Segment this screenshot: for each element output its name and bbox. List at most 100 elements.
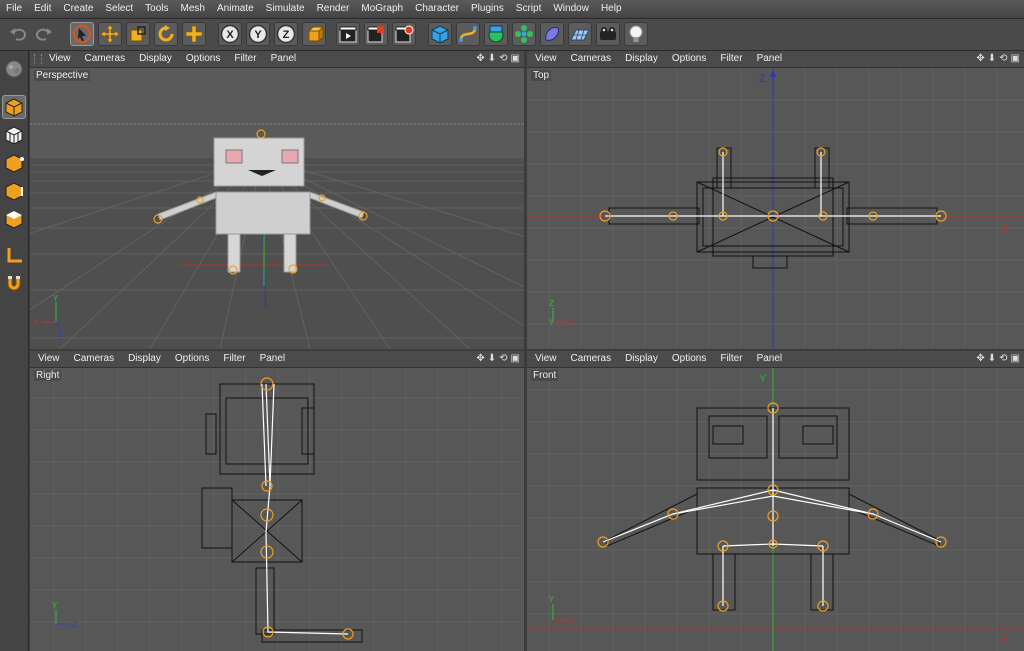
array-button[interactable] xyxy=(512,22,536,46)
rotate-icon xyxy=(158,25,174,42)
menu-view[interactable]: View xyxy=(527,51,564,67)
model-mode-button[interactable] xyxy=(2,95,26,119)
redo-button[interactable] xyxy=(32,22,56,46)
menu-panel[interactable]: Panel xyxy=(264,51,304,67)
texture-mode-button[interactable] xyxy=(2,123,26,147)
live-selection-button[interactable] xyxy=(70,22,94,46)
top-canvas[interactable]: Z X Z Y X xyxy=(527,68,1024,349)
menu-filter[interactable]: Filter xyxy=(713,51,749,67)
add-object-button[interactable] xyxy=(182,22,206,46)
front-canvas[interactable]: Y X Y X xyxy=(527,368,1024,651)
menu-view[interactable]: View xyxy=(42,51,78,67)
svg-text:X: X xyxy=(33,318,39,327)
spline-button[interactable] xyxy=(456,22,480,46)
perspective-canvas[interactable]: Y X Z xyxy=(30,68,524,349)
deformer-button[interactable] xyxy=(540,22,564,46)
viewport-top[interactable]: View Cameras Display Options Filter Pane… xyxy=(527,51,1024,349)
maximize-icon[interactable]: ▣ xyxy=(1011,353,1020,365)
rotate-view-icon[interactable]: ⟲ xyxy=(999,353,1007,365)
menu-display[interactable]: Display xyxy=(618,351,665,367)
menu-panel[interactable]: Panel xyxy=(750,351,790,367)
y-axis-lock-button[interactable]: Y xyxy=(246,22,270,46)
viewport-front[interactable]: View Cameras Display Options Filter Pane… xyxy=(527,351,1024,651)
nurbs-button[interactable] xyxy=(484,22,508,46)
render-picture-viewer-button[interactable] xyxy=(364,22,388,46)
z-axis-lock-button[interactable]: Z xyxy=(274,22,298,46)
edge-mode-icon xyxy=(5,182,23,201)
menu-mograph[interactable]: MoGraph xyxy=(355,0,409,18)
sculpt-button[interactable] xyxy=(2,57,26,81)
coordinate-system-button[interactable] xyxy=(302,22,326,46)
menu-help[interactable]: Help xyxy=(595,0,628,18)
pan-icon[interactable]: ✥ xyxy=(976,353,984,365)
panel-grip[interactable] xyxy=(34,54,42,64)
edge-mode-button[interactable] xyxy=(2,179,26,203)
maximize-icon[interactable]: ▣ xyxy=(1011,53,1020,65)
scale-button[interactable] xyxy=(126,22,150,46)
menu-options[interactable]: Options xyxy=(665,51,713,67)
menu-panel[interactable]: Panel xyxy=(253,351,293,367)
menu-options[interactable]: Options xyxy=(179,51,227,67)
zoom-icon[interactable]: ⬇ xyxy=(988,53,996,65)
zoom-icon[interactable]: ⬇ xyxy=(988,353,996,365)
menu-display[interactable]: Display xyxy=(121,351,168,367)
pan-icon[interactable]: ✥ xyxy=(976,53,984,65)
menu-mesh[interactable]: Mesh xyxy=(175,0,211,18)
camera-icon xyxy=(600,27,616,40)
menu-filter[interactable]: Filter xyxy=(216,351,252,367)
rotate-view-icon[interactable]: ⟲ xyxy=(999,53,1007,65)
point-mode-button[interactable] xyxy=(2,151,26,175)
menu-filter[interactable]: Filter xyxy=(713,351,749,367)
menu-file[interactable]: File xyxy=(0,0,28,18)
right-canvas[interactable]: Y Z xyxy=(30,368,524,651)
rotate-view-icon[interactable]: ⟲ xyxy=(499,353,507,365)
menu-panel[interactable]: Panel xyxy=(750,51,790,67)
render-settings-button[interactable] xyxy=(392,22,416,46)
menu-simulate[interactable]: Simulate xyxy=(260,0,311,18)
menu-tools[interactable]: Tools xyxy=(139,0,174,18)
polygon-mode-button[interactable] xyxy=(2,207,26,231)
zoom-icon[interactable]: ⬇ xyxy=(488,53,496,65)
magnet-button[interactable] xyxy=(2,271,26,295)
menu-window[interactable]: Window xyxy=(547,0,595,18)
viewport-menu: View Cameras Display Options Filter Pane… xyxy=(527,51,1024,68)
menu-cameras[interactable]: Cameras xyxy=(564,51,619,67)
pan-icon[interactable]: ✥ xyxy=(476,353,484,365)
axis-mode-button[interactable] xyxy=(2,243,26,267)
undo-button[interactable] xyxy=(6,22,30,46)
move-button[interactable] xyxy=(98,22,122,46)
rotate-button[interactable] xyxy=(154,22,178,46)
render-view-button[interactable] xyxy=(336,22,360,46)
menu-cameras[interactable]: Cameras xyxy=(564,351,619,367)
menu-plugins[interactable]: Plugins xyxy=(465,0,510,18)
sculpt-icon xyxy=(5,60,23,78)
menu-cameras[interactable]: Cameras xyxy=(78,51,133,67)
camera-button[interactable] xyxy=(596,22,620,46)
menu-edit[interactable]: Edit xyxy=(28,0,57,18)
menu-cameras[interactable]: Cameras xyxy=(67,351,122,367)
floor-button[interactable] xyxy=(568,22,592,46)
menu-view[interactable]: View xyxy=(30,351,67,367)
menu-display[interactable]: Display xyxy=(618,51,665,67)
menu-create[interactable]: Create xyxy=(57,0,99,18)
menu-view[interactable]: View xyxy=(527,351,564,367)
menu-select[interactable]: Select xyxy=(99,0,139,18)
cube-primitive-button[interactable] xyxy=(428,22,452,46)
menu-animate[interactable]: Animate xyxy=(211,0,260,18)
menu-character[interactable]: Character xyxy=(409,0,465,18)
menu-options[interactable]: Options xyxy=(665,351,713,367)
maximize-icon[interactable]: ▣ xyxy=(511,53,520,65)
viewport-perspective[interactable]: View Cameras Display Options Filter Pane… xyxy=(30,51,524,349)
menu-display[interactable]: Display xyxy=(132,51,179,67)
menu-render[interactable]: Render xyxy=(311,0,356,18)
zoom-icon[interactable]: ⬇ xyxy=(488,353,496,365)
menu-script[interactable]: Script xyxy=(510,0,548,18)
rotate-view-icon[interactable]: ⟲ xyxy=(499,53,507,65)
light-button[interactable] xyxy=(624,22,648,46)
pan-icon[interactable]: ✥ xyxy=(476,53,484,65)
maximize-icon[interactable]: ▣ xyxy=(511,353,520,365)
viewport-right[interactable]: View Cameras Display Options Filter Pane… xyxy=(30,351,524,651)
menu-options[interactable]: Options xyxy=(168,351,216,367)
x-axis-lock-button[interactable]: X xyxy=(218,22,242,46)
menu-filter[interactable]: Filter xyxy=(227,51,263,67)
